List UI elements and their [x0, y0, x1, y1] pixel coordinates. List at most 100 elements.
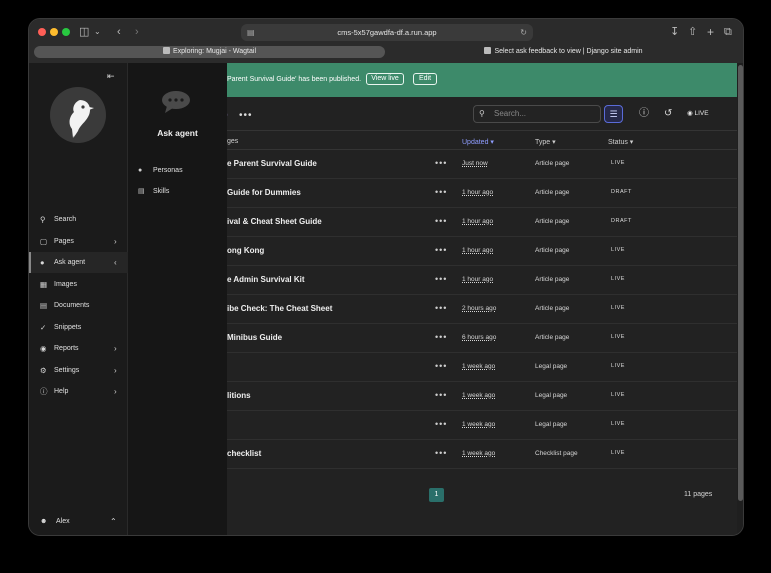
back-icon[interactable]: ‹	[117, 24, 121, 40]
type-label: Type	[535, 139, 551, 146]
sidebar-item-settings[interactable]: ⚙ Settings ›	[29, 360, 128, 381]
row-title[interactable]: Minibus Guide	[227, 333, 282, 342]
pagination-page-1[interactable]: 1	[429, 488, 444, 502]
table-row[interactable]: ival & Cheat Sheet Guide ••• 1 hour ago Art…	[227, 208, 737, 237]
sub-item-personas[interactable]: ● Personas	[128, 162, 227, 180]
sub-item-skills[interactable]: ▤ Skills	[128, 183, 227, 201]
table-row[interactable]: e Admin Survival Kit ••• 1 hour ago Article…	[227, 266, 737, 295]
row-more-actions-icon[interactable]: •••	[435, 361, 447, 371]
row-more-actions-icon[interactable]: •••	[435, 158, 447, 168]
table-row[interactable]: ibe Check: The Cheat Sheet ••• 2 hours ago…	[227, 295, 737, 324]
browser-window: ◫ ⌄ ‹ › ▤ cms-5x57gawdfa-df.a.run.app ↻ …	[28, 18, 744, 536]
info-icon[interactable]: ⓘ	[639, 107, 649, 121]
row-updated: Just now	[462, 160, 488, 167]
download-icon[interactable]: ↧	[670, 24, 679, 40]
edit-button[interactable]: Edit	[413, 73, 437, 85]
column-header-status[interactable]: Status ▾	[608, 138, 633, 146]
browser-titlebar: ◫ ⌄ ‹ › ▤ cms-5x57gawdfa-df.a.run.app ↻ …	[29, 19, 743, 63]
row-updated: 1 hour ago	[462, 189, 494, 196]
table-row[interactable]: checklist ••• 1 week ago Checklist page LIVE	[227, 440, 737, 469]
table-row[interactable]: ••• 1 week ago Legal page LIVE	[227, 353, 737, 382]
tab-django-admin[interactable]: Select ask feedback to view | Django sit…	[387, 46, 740, 58]
sidebar-toggle-icon[interactable]: ◫	[79, 24, 89, 40]
row-more-actions-icon[interactable]: •••	[435, 448, 447, 458]
row-updated: 1 week ago	[462, 421, 496, 428]
row-type: Checklist page	[535, 450, 578, 457]
sidebar-item-pages[interactable]: ▢ Pages ›	[29, 231, 128, 252]
user-menu[interactable]: ☻ Alex ⌃	[29, 513, 128, 531]
row-updated: 1 week ago	[462, 450, 496, 457]
tab-overview-icon[interactable]: ⧉	[724, 24, 732, 40]
column-header-title[interactable]: ges	[227, 138, 238, 145]
collapse-sidebar-icon[interactable]: ⇤	[107, 71, 115, 82]
row-title[interactable]: litions	[227, 391, 251, 400]
close-window-button[interactable]	[38, 28, 46, 36]
page-settings-icon[interactable]: ▤	[247, 24, 255, 41]
sidebar-item-label: Pages	[54, 237, 74, 245]
table-row[interactable]: Guide for Dummies ••• 1 hour ago Article pa…	[227, 179, 737, 208]
row-more-actions-icon[interactable]: •••	[435, 274, 447, 284]
table-row[interactable]: e Parent Survival Guide ••• Just now Articl…	[227, 150, 737, 179]
row-title[interactable]: checklist	[227, 449, 261, 458]
live-status-button[interactable]: ◉ LIVE	[687, 108, 709, 120]
sidebar-item-ask-agent[interactable]: ● Ask agent ‹	[29, 252, 128, 273]
row-title[interactable]: ival & Cheat Sheet Guide	[227, 217, 322, 226]
table-row[interactable]: litions ••• 1 week ago Legal page LIVE	[227, 382, 737, 411]
table-row[interactable]: ong Kong ••• 1 hour ago Article page LIVE	[227, 237, 737, 266]
chevron-down-icon[interactable]: ⌄	[94, 24, 101, 40]
sidebar-item-help[interactable]: ⓘ Help ›	[29, 381, 128, 402]
view-live-button[interactable]: View live	[366, 73, 404, 85]
row-more-actions-icon[interactable]: •••	[435, 419, 447, 429]
sidebar-item-snippets[interactable]: ✓ Snippets	[29, 317, 128, 338]
forward-icon[interactable]: ›	[135, 24, 139, 40]
row-title[interactable]: ong Kong	[227, 246, 264, 255]
column-header-type[interactable]: Type ▾	[535, 138, 556, 146]
sidebar-item-label: Ask agent	[54, 259, 86, 266]
status-badge: DRAFT	[611, 218, 632, 224]
sidebar-item-documents[interactable]: ▤ Documents	[29, 295, 128, 316]
row-more-actions-icon[interactable]: •••	[435, 216, 447, 226]
row-type: Legal page	[535, 392, 568, 399]
minimize-window-button[interactable]	[50, 28, 58, 36]
tab-label: Exploring: Mugjai - Wagtail	[173, 48, 256, 55]
row-more-actions-icon[interactable]: •••	[435, 187, 447, 197]
chevron-right-icon: ›	[114, 387, 117, 396]
scrollbar-thumb[interactable]	[738, 65, 743, 501]
chevron-right-icon: ›	[114, 344, 117, 353]
sidebar-item-images[interactable]: ▦ Images	[29, 274, 128, 295]
pagination-total: 11 pages	[684, 491, 713, 498]
row-title[interactable]: Guide for Dummies	[227, 188, 301, 197]
new-tab-icon[interactable]: +	[707, 24, 714, 40]
wagtail-logo[interactable]	[50, 87, 106, 143]
row-type: Article page	[535, 160, 570, 167]
doc-icon: ▤	[138, 188, 145, 195]
history-icon[interactable]: ↺	[664, 107, 672, 121]
row-title[interactable]: e Parent Survival Guide	[227, 159, 317, 168]
row-more-actions-icon[interactable]: •••	[435, 245, 447, 255]
sidebar-item-search[interactable]: ⚲ Search	[29, 209, 128, 230]
zoom-window-button[interactable]	[62, 28, 70, 36]
table-row[interactable]: ••• 1 week ago Legal page LIVE	[227, 411, 737, 440]
table-row[interactable]: Minibus Guide ••• 6 hours ago Article page L…	[227, 324, 737, 353]
column-header-updated[interactable]: Updated ▾	[462, 138, 494, 146]
sidebar-item-reports[interactable]: ◉ Reports ›	[29, 338, 128, 359]
row-more-actions-icon[interactable]: •••	[435, 332, 447, 342]
filter-button[interactable]: ☰	[604, 105, 623, 123]
chevron-left-icon: ‹	[114, 258, 117, 267]
address-bar[interactable]: ▤ cms-5x57gawdfa-df.a.run.app ↻	[241, 24, 533, 41]
more-actions-icon[interactable]: •••	[239, 110, 253, 121]
sidebar-item-label: Images	[54, 280, 77, 288]
row-title[interactable]: e Admin Survival Kit	[227, 275, 305, 284]
row-title[interactable]: ibe Check: The Cheat Sheet	[227, 304, 332, 313]
tab-wagtail[interactable]: Exploring: Mugjai - Wagtail	[34, 46, 385, 58]
row-more-actions-icon[interactable]: •••	[435, 390, 447, 400]
scrollbar[interactable]	[737, 63, 743, 535]
sidebar-item-label: Documents	[54, 302, 90, 309]
share-icon[interactable]: ⇧	[688, 24, 697, 40]
status-badge: LIVE	[611, 363, 625, 369]
sliders-icon: ☰	[609, 109, 618, 119]
row-more-actions-icon[interactable]: •••	[435, 303, 447, 313]
sidebar: ⇤ ⚲ Search ▢ Pages › ● Ask agent ‹ ▦ Images ▤ Docum…	[29, 63, 128, 535]
reload-icon[interactable]: ↻	[520, 24, 527, 41]
search-input[interactable]: ⚲ Search...	[473, 105, 601, 123]
